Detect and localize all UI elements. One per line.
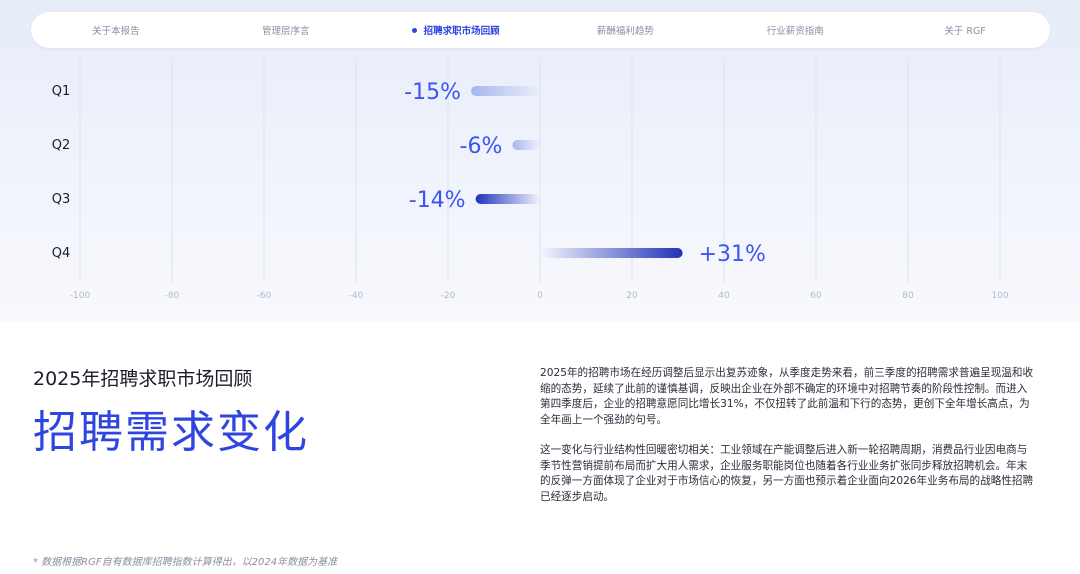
category-label: Q2 (52, 138, 71, 153)
section-subtitle: 2025年招聘求职市场回顾 (33, 368, 253, 390)
category-label: Q4 (52, 246, 71, 261)
x-tick-label: 0 (537, 291, 543, 301)
data-label: -15% (404, 80, 461, 105)
nav-item-about-rgf[interactable]: 关于 RGF (880, 23, 1050, 37)
x-tick-label: 60 (810, 291, 822, 301)
nav-item-salary-guide[interactable]: 行业薪资指南 (710, 23, 880, 37)
x-tick-label: -40 (349, 291, 364, 301)
quarterly-change-chart: -100 -80 -60 -40 -20 0 20 40 60 80 100 Q1 -15% Q2 -6% Q… (52, 58, 1009, 301)
section-title: 招聘需求变化 (33, 407, 309, 458)
bar (512, 140, 540, 150)
x-tick-label: 100 (991, 291, 1008, 301)
footnote: * 数据根据RGF自有数据库招聘指数计算得出，以2024年数据为基准 (33, 557, 338, 568)
body-paragraph-2: 这一变化与行业结构性回暖密切相关：工业领域在产能调整后进入新一轮招聘周期，消费品… (540, 444, 1034, 503)
x-tick-label: 80 (902, 291, 914, 301)
x-tick-label: -60 (257, 291, 272, 301)
data-label: -14% (409, 188, 466, 213)
bar (540, 248, 683, 258)
nav-item-management-preface[interactable]: 管理层序言 (201, 23, 371, 37)
bar (475, 194, 540, 204)
body-text: 2025年的招聘市场在经历调整后显示出复苏迹象，从季度走势来看，前三季度的招聘需… (540, 366, 1034, 520)
bar (471, 86, 540, 96)
data-label: -6% (460, 134, 503, 159)
x-tick-label: 20 (626, 291, 638, 301)
category-label: Q3 (52, 192, 71, 207)
chart-section: -100 -80 -60 -40 -20 0 20 40 60 80 100 Q1 -15% Q2 -6% Q… (0, 0, 1080, 322)
category-label: Q1 (52, 84, 71, 99)
x-tick-label: 40 (718, 291, 730, 301)
nav-item-compensation-trends[interactable]: 薪酬福利趋势 (540, 23, 710, 37)
x-tick-label: -20 (441, 291, 456, 301)
report-nav: 关于本报告 管理层序言 招聘求职市场回顾 薪酬福利趋势 行业薪资指南 关于 RG… (31, 12, 1050, 48)
x-tick-label: -80 (165, 291, 180, 301)
body-paragraph-1: 2025年的招聘市场在经历调整后显示出复苏迹象，从季度走势来看，前三季度的招聘需… (540, 367, 1034, 426)
nav-item-market-review[interactable]: 招聘求职市场回顾 (371, 23, 541, 37)
data-label: +31% (699, 242, 766, 267)
nav-item-about-report[interactable]: 关于本报告 (31, 23, 201, 37)
x-tick-label: -100 (70, 291, 91, 301)
